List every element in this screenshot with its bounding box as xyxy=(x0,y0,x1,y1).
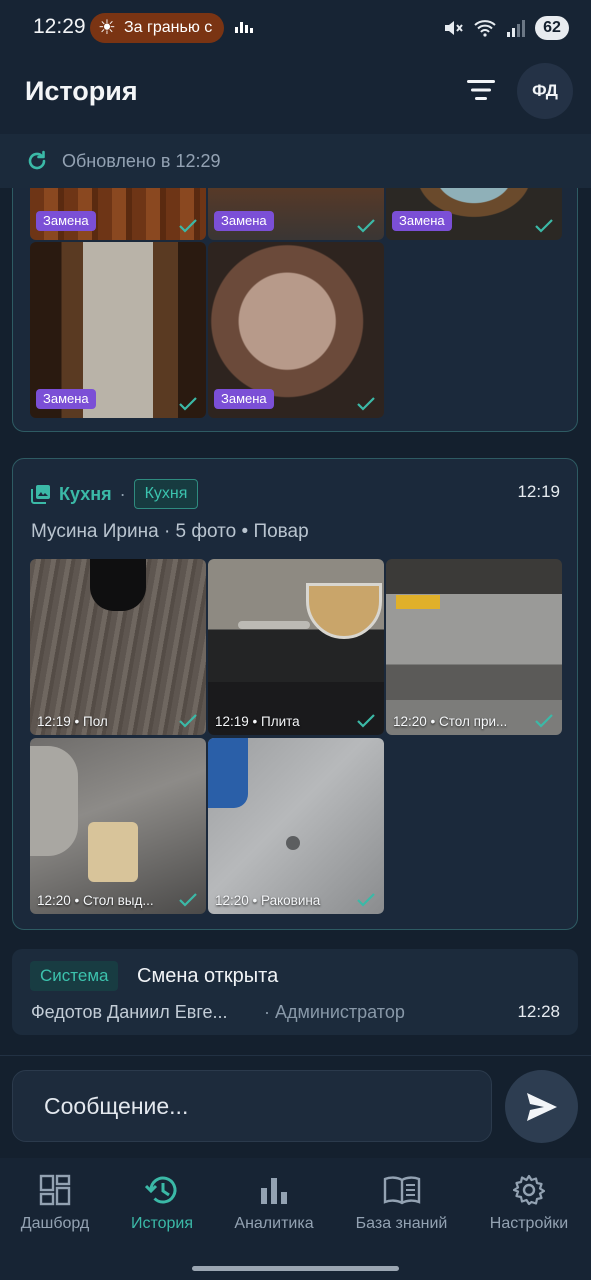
photo-badge: Замена xyxy=(392,211,452,231)
check-icon xyxy=(179,397,197,411)
photo-caption: 12:19 • Пол xyxy=(37,714,108,729)
message-composer: Сообщение... xyxy=(0,1055,591,1158)
system-tag: Система xyxy=(30,961,119,991)
nav-label: База знаний xyxy=(355,1215,448,1232)
photo-thumbnail[interactable]: 12:20 • Раковина xyxy=(208,738,384,914)
check-icon xyxy=(357,893,375,907)
history-icon xyxy=(145,1176,177,1204)
status-time: 12:29 xyxy=(33,15,86,38)
photo-caption: 12:19 • Плита xyxy=(215,714,300,729)
category-title[interactable]: Кухня xyxy=(59,484,112,505)
bottom-navigation: Дашборд История Аналитика База знаний На… xyxy=(0,1158,591,1280)
status-icons: 62 xyxy=(443,14,569,42)
photo-badge: Замена xyxy=(214,211,274,231)
history-card: Кухня · Кухня 12:19 Мусина Ирина · 5 фот… xyxy=(12,458,578,930)
home-indicator[interactable] xyxy=(192,1266,399,1271)
system-event-role: · Администратор xyxy=(264,1002,405,1022)
history-card: Замена Замена Замена Замена Замена xyxy=(12,188,578,432)
nav-item-settings[interactable]: Настройки xyxy=(479,1174,579,1254)
updated-banner: Обновлено в 12:29 xyxy=(0,134,591,188)
card-time: 12:19 xyxy=(517,482,560,501)
nav-label: Настройки xyxy=(489,1215,569,1232)
photo-thumbnail[interactable]: Замена xyxy=(30,242,206,418)
nav-item-analytics[interactable]: Аналитика xyxy=(224,1174,324,1254)
card-header: Кухня · Кухня xyxy=(31,479,199,509)
dashboard-icon xyxy=(39,1174,71,1206)
nav-label: История xyxy=(130,1215,194,1232)
history-feed[interactable]: Замена Замена Замена Замена Замена Кухня… xyxy=(0,188,591,1055)
sun-icon: ☀ xyxy=(98,17,116,39)
photo-thumbnail[interactable]: Замена xyxy=(30,188,206,240)
card-subtitle: Мусина Ирина · 5 фото • Повар xyxy=(31,521,309,542)
nav-item-knowledge-base[interactable]: База знаний xyxy=(344,1174,459,1254)
analytics-icon xyxy=(261,1178,287,1204)
category-tag[interactable]: Кухня xyxy=(133,479,199,509)
photo-thumbnail[interactable]: 12:19 • Пол xyxy=(30,559,206,735)
photo-thumbnail[interactable]: 12:19 • Плита xyxy=(208,559,384,735)
nav-item-history[interactable]: История xyxy=(117,1174,207,1254)
check-icon xyxy=(357,397,375,411)
mute-icon xyxy=(445,21,463,35)
check-icon xyxy=(179,893,197,907)
check-icon xyxy=(535,714,553,728)
message-input[interactable]: Сообщение... xyxy=(12,1070,492,1142)
gallery-icon xyxy=(31,485,50,504)
updated-text: Обновлено в 12:29 xyxy=(62,151,221,171)
photo-badge: Замена xyxy=(214,389,274,409)
status-bar: 12:29 ☀ За гранью с 62 xyxy=(0,0,591,56)
battery-indicator: 62 xyxy=(535,16,569,40)
send-icon xyxy=(527,1093,557,1121)
nav-item-dashboard[interactable]: Дашборд xyxy=(10,1174,100,1254)
system-event-card[interactable]: Система Смена открыта Федотов Даниил Евг… xyxy=(12,949,578,1035)
check-icon xyxy=(179,219,197,233)
filter-icon[interactable] xyxy=(460,72,502,108)
system-event-user: Федотов Даниил Евге... xyxy=(31,1002,228,1022)
system-event-time: 12:28 xyxy=(517,1002,560,1021)
photo-badge: Замена xyxy=(36,389,96,409)
signal-icon xyxy=(507,20,525,37)
wifi-icon xyxy=(474,20,496,37)
book-icon xyxy=(383,1176,420,1205)
nav-label: Аналитика xyxy=(234,1215,314,1232)
photo-thumbnail[interactable]: 12:20 • Стол при... xyxy=(386,559,562,735)
check-icon xyxy=(179,714,197,728)
send-button[interactable] xyxy=(505,1070,578,1143)
live-activity-pill[interactable]: ☀ За гранью с xyxy=(90,13,224,43)
photo-thumbnail[interactable]: 12:20 • Стол выд... xyxy=(30,738,206,914)
page-title: История xyxy=(25,76,138,106)
photo-caption: 12:20 • Стол при... xyxy=(393,714,508,729)
nav-label: Дашборд xyxy=(20,1215,90,1232)
live-activity-text: За гранью с xyxy=(124,19,213,36)
photo-thumbnail[interactable]: Замена xyxy=(208,188,384,240)
photo-caption: 12:20 • Раковина xyxy=(215,893,321,908)
separator: · xyxy=(119,483,126,504)
photo-thumbnail[interactable]: Замена xyxy=(386,188,562,240)
app-bar: История ФД xyxy=(0,56,591,134)
check-icon xyxy=(357,714,375,728)
refresh-icon[interactable] xyxy=(26,150,48,172)
photo-thumbnail[interactable]: Замена xyxy=(208,242,384,418)
photo-caption: 12:20 • Стол выд... xyxy=(37,893,154,908)
system-event-title: Смена открыта xyxy=(137,965,279,987)
photo-badge: Замена xyxy=(36,211,96,231)
audio-bars-icon xyxy=(235,22,253,33)
check-icon xyxy=(357,219,375,233)
avatar[interactable]: ФД xyxy=(517,63,573,119)
check-icon xyxy=(535,219,553,233)
gear-icon xyxy=(513,1174,545,1206)
